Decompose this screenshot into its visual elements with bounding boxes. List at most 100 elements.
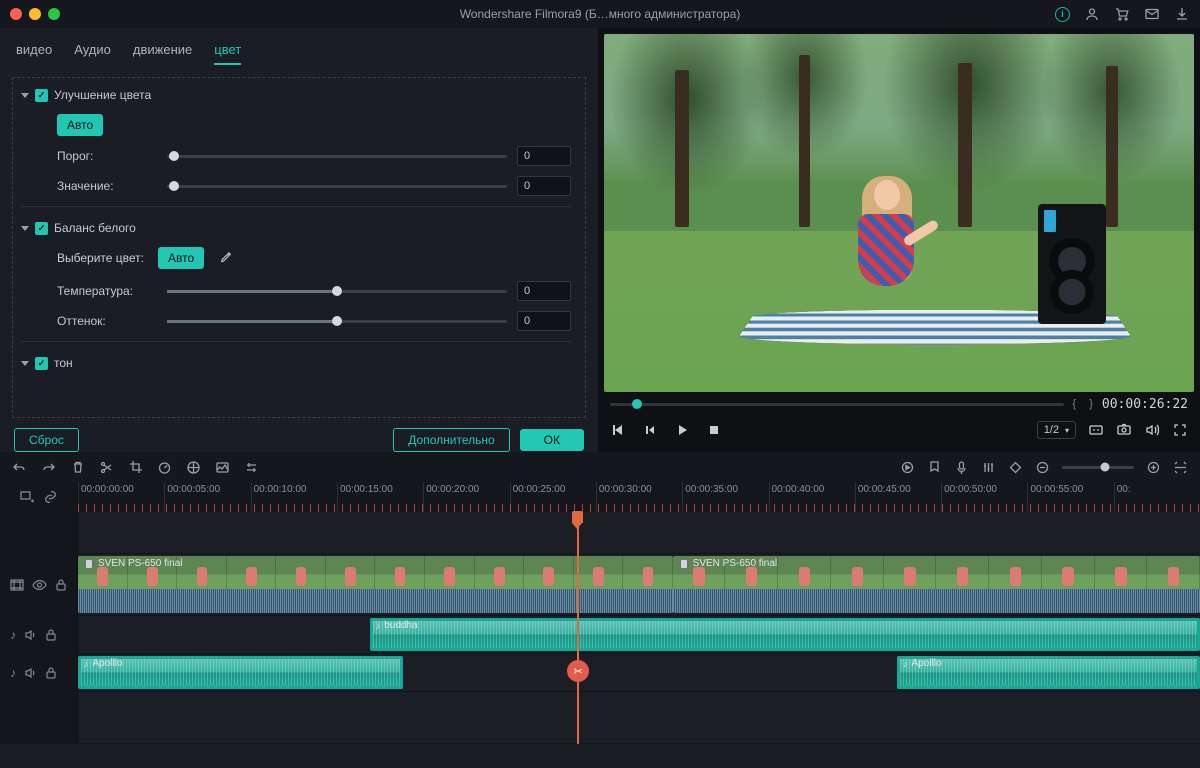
video-track: SVEN PS-650 final SVEN PS-650 final <box>0 554 1200 616</box>
cart-icon[interactable] <box>1114 6 1130 22</box>
temperature-value[interactable]: 0 <box>517 281 571 301</box>
crop-icon[interactable] <box>128 460 143 475</box>
tab-video[interactable]: видео <box>16 42 52 65</box>
color-icon[interactable] <box>186 460 201 475</box>
record-icon[interactable] <box>954 460 969 475</box>
timeline-zoom-slider[interactable] <box>1062 466 1134 469</box>
preview-panel: { } 00:00:26:22 1/2▾ <box>598 28 1200 452</box>
enhance-checkbox[interactable]: ✓ <box>35 89 48 102</box>
eyedropper-icon[interactable] <box>218 251 232 265</box>
adjust-icon[interactable] <box>244 460 259 475</box>
tone-title: тон <box>54 356 73 370</box>
zoom-fit-icon[interactable] <box>1173 460 1188 475</box>
tone-checkbox[interactable]: ✓ <box>35 357 48 370</box>
value-slider[interactable] <box>167 185 507 188</box>
eye-icon[interactable] <box>32 579 47 591</box>
time-ruler[interactable]: 00:00:00:0000:00:05:0000:00:10:0000:00:1… <box>78 482 1200 512</box>
tab-color[interactable]: цвет <box>214 42 241 65</box>
close-window[interactable] <box>10 8 22 20</box>
video-clip-2[interactable]: SVEN PS-650 final <box>673 556 1200 613</box>
split-icon[interactable] <box>99 460 114 475</box>
lock-icon[interactable] <box>45 628 57 641</box>
wb-auto-button[interactable]: Авто <box>158 247 204 269</box>
audio-clip-apollo-2[interactable]: ♪Apolllo <box>897 656 1200 689</box>
link-icon[interactable] <box>43 490 58 504</box>
chevron-down-icon[interactable] <box>21 361 29 366</box>
speaker-icon[interactable] <box>24 629 37 641</box>
value-label: Значение: <box>57 179 157 193</box>
audio-clip-apollo-1[interactable]: ♪Apolllo <box>78 656 403 689</box>
chevron-down-icon[interactable] <box>21 226 29 231</box>
tab-motion[interactable]: движение <box>133 42 192 65</box>
zoom-in-icon[interactable] <box>1146 460 1161 475</box>
tint-label: Оттенок: <box>57 314 157 328</box>
enhance-auto-button[interactable]: Авто <box>57 114 103 136</box>
temperature-slider[interactable] <box>167 290 507 293</box>
timeline: 00:00:00:0000:00:05:0000:00:10:0000:00:1… <box>0 482 1200 744</box>
play-button[interactable] <box>674 422 690 438</box>
marker-icon[interactable] <box>927 460 942 475</box>
fullscreen-icon[interactable] <box>1172 422 1188 438</box>
threshold-slider[interactable] <box>167 155 507 158</box>
temperature-label: Температура: <box>57 284 157 298</box>
prev-frame-button[interactable] <box>610 422 626 438</box>
render-icon[interactable] <box>900 460 915 475</box>
video-clip-1[interactable]: SVEN PS-650 final <box>78 556 673 613</box>
preview-zoom-dropdown[interactable]: 1/2▾ <box>1037 421 1076 439</box>
chevron-down-icon[interactable] <box>21 93 29 98</box>
maximize-window[interactable] <box>48 8 60 20</box>
audio-track-2: ♪ ♪Apolllo ♪Apolllo <box>0 654 1200 692</box>
mail-icon[interactable] <box>1144 6 1160 22</box>
speed-icon[interactable] <box>157 460 172 475</box>
tab-audio[interactable]: Аудио <box>74 42 111 65</box>
music-icon: ♪ <box>10 628 16 642</box>
green-screen-icon[interactable] <box>215 460 230 475</box>
reset-button[interactable]: Сброс <box>14 428 79 452</box>
threshold-value[interactable]: 0 <box>517 146 571 166</box>
ok-button[interactable]: ОК <box>520 429 584 451</box>
speaker-icon[interactable] <box>24 667 37 679</box>
timecode-display: 00:00:26:22 <box>1102 397 1188 412</box>
keyframe-icon[interactable] <box>1008 460 1023 475</box>
stop-button[interactable] <box>706 422 722 438</box>
wb-checkbox[interactable]: ✓ <box>35 222 48 235</box>
volume-icon[interactable] <box>1144 422 1160 438</box>
tint-value[interactable]: 0 <box>517 311 571 331</box>
add-track-icon[interactable] <box>19 490 35 504</box>
app-title: Wondershare Filmora9 (Б…много администра… <box>460 7 741 21</box>
delete-icon[interactable] <box>70 460 85 475</box>
note-icon: ♪ <box>376 621 381 631</box>
value-value[interactable]: 0 <box>517 176 571 196</box>
lock-icon[interactable] <box>55 578 67 591</box>
time-brackets: { } <box>1072 398 1094 410</box>
zoom-out-icon[interactable] <box>1035 460 1050 475</box>
undo-icon[interactable] <box>12 460 27 475</box>
wb-title: Баланс белого <box>54 221 136 235</box>
window-controls <box>10 8 60 20</box>
tint-slider[interactable] <box>167 320 507 323</box>
note-icon: ♪ <box>903 659 908 669</box>
step-back-button[interactable] <box>642 422 658 438</box>
scrub-track[interactable] <box>610 403 1064 406</box>
download-icon[interactable] <box>1174 6 1190 22</box>
pick-color-label: Выберите цвет: <box>57 251 144 265</box>
mixer-icon[interactable] <box>981 460 996 475</box>
user-icon[interactable] <box>1084 6 1100 22</box>
minimize-window[interactable] <box>29 8 41 20</box>
enhance-title: Улучшение цвета <box>54 88 151 102</box>
timeline-toolbar <box>0 452 1200 482</box>
redo-icon[interactable] <box>41 460 56 475</box>
film-icon <box>679 560 689 568</box>
lock-icon[interactable] <box>45 666 57 679</box>
advanced-button[interactable]: Дополнительно <box>393 428 509 452</box>
note-icon: ♪ <box>84 659 89 669</box>
music-icon: ♪ <box>10 666 16 680</box>
snapshot-icon[interactable] <box>1116 422 1132 438</box>
audio-clip-buddha[interactable]: ♪buddha <box>370 618 1200 651</box>
video-track-icon <box>10 579 24 591</box>
scrub-bar: { } 00:00:26:22 <box>604 392 1194 414</box>
property-tabs: видео Аудио движение цвет <box>12 28 586 77</box>
video-preview[interactable] <box>604 34 1194 392</box>
quality-icon[interactable] <box>1088 422 1104 438</box>
info-icon[interactable]: i <box>1055 7 1070 22</box>
